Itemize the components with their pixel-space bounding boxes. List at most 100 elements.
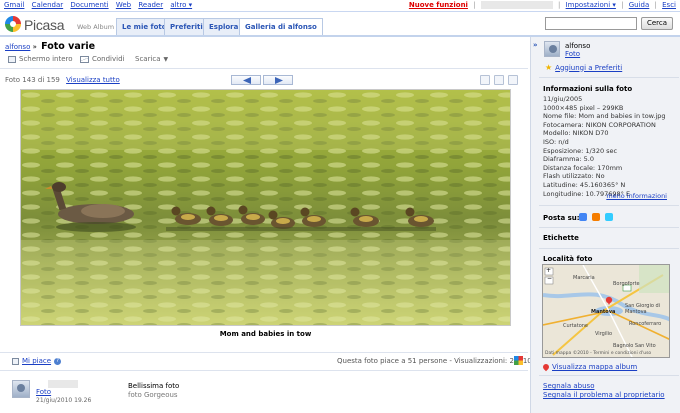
blogger-icon[interactable] [592,213,601,221]
sidebar-divider [539,227,679,228]
gbar-reader[interactable]: Reader [138,1,163,9]
gbar-documents[interactable]: Documenti [70,1,108,9]
sidebar: » alfonso Foto ★ Aggiungi a Preferiti In… [530,37,680,413]
header: Picasa Web Album Le mie foto Preferiti E… [0,12,680,37]
minus-icon[interactable]: − [547,275,552,282]
map-label: Borgoforte [613,281,640,287]
arrow-right-icon [275,77,283,84]
comment-from: foto Gorgeous [128,391,178,399]
separator: | [473,1,476,9]
arrow-left-icon [243,77,251,84]
location-title: Località foto [543,255,593,263]
info-date: 11/giu/2005 [543,95,583,103]
map-pin-icon [541,362,551,372]
commenter-link[interactable]: Foto [36,388,51,396]
rotate-left-icon[interactable] [494,75,505,85]
separator: | [558,1,561,9]
signout-link[interactable]: Esci [662,1,676,9]
google-bar: Gmail Calendar Documenti Web Reader altr… [0,0,680,12]
map-label: Mantova [591,309,616,315]
picasa-stats-icon [514,356,523,365]
separator: | [654,1,657,9]
twitter-icon[interactable] [605,213,614,221]
map-label: Marcaria [573,275,595,281]
picasa-pinwheel-icon [5,16,21,32]
photo-tools [480,75,520,87]
main-photo[interactable] [20,89,511,326]
gbar-web[interactable]: Web [116,1,131,9]
toolbar-divider [0,68,528,69]
photo-info-title: Informazioni sulla foto [543,85,633,93]
photo-info-list: 11/giu/2005 1000×485 pixel – 299KB Nome … [543,95,666,198]
like-checkbox-icon [12,357,19,365]
new-features-link[interactable]: Nuove funzioni [409,1,468,9]
info-camera: Fotocamera: NIKON CORPORATION [543,120,656,129]
help-link[interactable]: Guida [629,1,650,9]
comment-date: 21/giu/2010 19.26 [36,397,92,404]
photo-stats: Questa foto piace a 51 persone - Visuali… [337,357,532,365]
info-model: Modello: NIKON D70 [543,129,609,138]
gbar-more[interactable]: altro ▾ [170,1,192,9]
report-abuse-link[interactable]: Segnala abuso [543,382,594,390]
next-photo-button[interactable] [263,75,293,85]
slideshow-label: Schermo intero [19,55,73,63]
post-to-label: Posta su: [543,214,580,222]
commenter-name-redacted [48,380,78,388]
map-footer: Dati mappa ©2010 - Termini e condizioni … [545,351,652,356]
map-label: Roncoferraro [629,321,662,327]
slideshow-button[interactable]: Schermo intero [8,55,73,63]
less-info-link[interactable]: meno informazioni [606,192,667,200]
buzz-icon[interactable] [579,213,587,221]
breadcrumb-separator: » [32,43,37,51]
breadcrumb: alfonso » Foto varie [5,41,95,52]
map-label: San Giorgio di Mantova [625,303,661,315]
comment-text: Bellissima foto [128,382,180,390]
photo-counter: Foto 143 di 159 Visualizza tutto [5,76,120,84]
envelope-icon [80,55,89,63]
share-label: Condividi [92,55,125,63]
avatar[interactable] [12,380,30,398]
album-title: Foto varie [41,41,96,52]
owner-photos-link[interactable]: Foto [565,50,580,58]
view-album-map[interactable]: Visualizza mappa album [541,362,638,372]
share-services [579,213,616,223]
photo-image [21,90,510,325]
previous-photo-button[interactable] [231,75,261,85]
settings-link[interactable]: Impostazioni ▾ [566,1,616,9]
breadcrumb-owner[interactable]: alfonso [5,43,30,51]
share-button[interactable]: Condividi [80,55,124,63]
report-problem-link[interactable]: Segnala il problema al proprietario [543,391,665,399]
user-email-redacted [480,1,553,9]
fullscreen-icon [8,55,16,63]
picasa-logo[interactable]: Picasa Web Album [5,16,115,34]
separator: | [621,1,624,9]
gbar-links: Gmail Calendar Documenti Web Reader altr… [4,1,197,9]
help-icon[interactable]: ? [54,357,62,365]
download-button[interactable]: Scarica ▼ [135,55,168,63]
tags-title: Etichette [543,234,579,242]
view-album-map-label: Visualizza mappa album [552,363,638,371]
rotate-right-icon[interactable] [508,75,519,85]
gbar-user-links: Nuove funzioni | | Impostazioni ▾ | Guid… [406,1,676,9]
search-input[interactable] [545,17,637,30]
collapse-sidebar-button[interactable]: » [533,41,538,49]
plus-icon[interactable]: + [546,267,551,274]
zoom-icon[interactable] [480,75,490,85]
photo-counter-text: Foto 143 di 159 [5,76,60,84]
map-label: Bagnolo San Vito [613,343,656,349]
add-to-favorites[interactable]: ★ Aggiungi a Preferiti [545,63,622,72]
map-label: Virgilio [595,331,613,337]
gbar-gmail[interactable]: Gmail [4,1,24,9]
location-map[interactable]: + − Marcaria Borgoforte Mantova San Gior… [542,264,670,358]
sidebar-divider [539,205,679,206]
view-all-link[interactable]: Visualizza tutto [66,76,120,84]
star-icon: ★ [545,63,553,72]
like-control[interactable]: Mi piace ? [12,357,62,365]
owner-name: alfonso [565,42,591,50]
owner-avatar[interactable] [544,41,560,57]
gbar-calendar[interactable]: Calendar [32,1,63,9]
add-favorites-label: Aggiungi a Preferiti [555,63,623,72]
map-label: Curtatone [563,323,589,329]
info-iso: ISO: n/d [543,137,569,146]
search-button[interactable]: Cerca [641,17,673,30]
